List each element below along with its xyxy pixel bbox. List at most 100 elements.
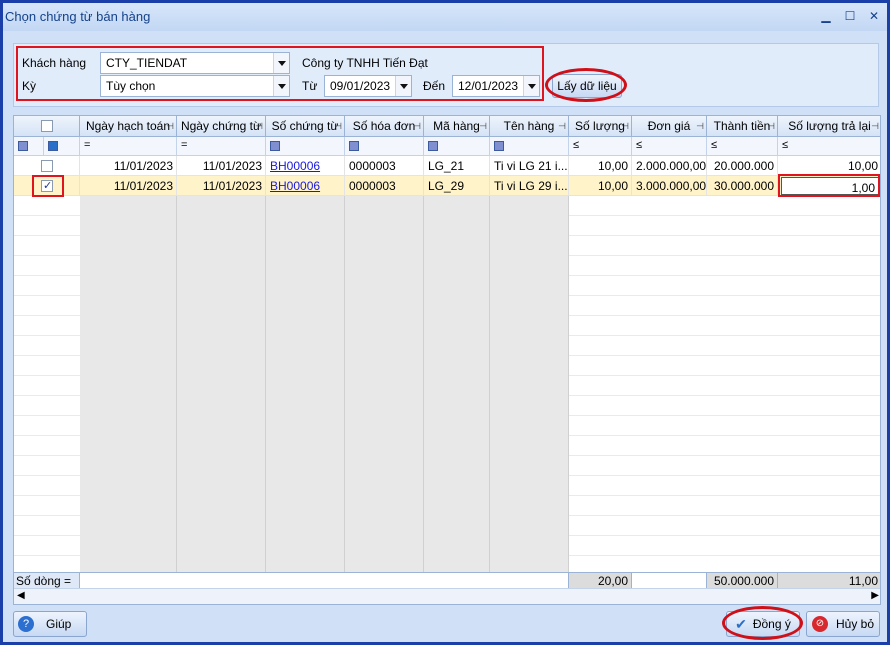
maximize-icon[interactable]: ☐ (843, 9, 857, 23)
filter-op[interactable]: ≤ (636, 139, 642, 151)
item-name-cell[interactable]: Ti vi LG 29 i... (490, 176, 569, 196)
to-date-value: 12/01/2023 (458, 79, 519, 93)
posting-date-cell[interactable]: 11/01/2023 (80, 156, 177, 176)
pin-icon[interactable]: ⊣ (479, 121, 487, 132)
filter-op[interactable]: = (84, 139, 90, 151)
col-amount[interactable]: Thành tiền ⊣ (707, 116, 778, 137)
chevron-down-icon[interactable] (273, 53, 289, 73)
filter-op[interactable]: ≤ (573, 139, 579, 151)
invoice-no-cell[interactable]: 0000003 (345, 156, 424, 176)
filter-op[interactable]: ≤ (782, 139, 788, 151)
minimize-icon[interactable]: ▁ (819, 9, 833, 23)
return-qty-cell[interactable]: 10,00 (778, 156, 880, 176)
voucher-grid[interactable]: Ngày hạch toán ⊣ Ngày chứng từ ⊣ Số chứng … (13, 115, 881, 605)
calendar-dropdown-icon[interactable] (395, 76, 411, 96)
pin-icon[interactable]: ⊣ (871, 121, 879, 132)
voucher-date-cell[interactable]: 11/01/2023 (177, 156, 266, 176)
close-icon[interactable]: ✕ (867, 9, 881, 23)
pin-icon[interactable]: ⊣ (767, 121, 775, 132)
scroll-right-icon[interactable]: ▶ (871, 590, 879, 601)
filter-cell[interactable]: ≤ (707, 137, 778, 156)
col-item-code[interactable]: Mã hàng ⊣ (424, 116, 490, 137)
qty-total: 20,00 (569, 573, 632, 589)
pin-icon[interactable]: ⊣ (413, 121, 421, 132)
quantity-cell[interactable]: 10,00 (569, 176, 632, 196)
filter-op-icon[interactable] (18, 141, 28, 151)
col-voucher-date[interactable]: Ngày chứng từ ⊣ (177, 116, 266, 137)
amount-cell[interactable]: 20.000.000 (707, 156, 778, 176)
pin-icon[interactable]: ⊣ (696, 121, 704, 132)
help-button[interactable]: ? Giúp (13, 611, 87, 637)
pin-icon[interactable]: ⊣ (621, 121, 629, 132)
pin-icon[interactable]: ⊣ (255, 121, 263, 132)
item-name-cell[interactable]: Ti vi LG 21 i... (490, 156, 569, 176)
col-quantity[interactable]: Số lượng ⊣ (569, 116, 632, 137)
select-all-checkbox[interactable] (41, 120, 53, 132)
cancel-button[interactable]: ⊘ Hủy bỏ (806, 611, 880, 637)
col-voucher-no[interactable]: Số chứng từ ⊣ (266, 116, 345, 137)
select-all-header[interactable] (14, 116, 80, 137)
item-code-cell[interactable]: LG_21 (424, 156, 490, 176)
posting-date-cell[interactable]: 11/01/2023 (80, 176, 177, 196)
filter-cell[interactable]: ≤ (569, 137, 632, 156)
voucher-no-cell[interactable]: BH00006 (266, 156, 345, 176)
col-item-name[interactable]: Tên hàng ⊣ (490, 116, 569, 137)
empty-row (14, 236, 880, 256)
footer-spacer (632, 573, 707, 589)
filter-cell[interactable] (14, 137, 44, 156)
scroll-left-icon[interactable]: ◀ (17, 590, 25, 601)
col-invoice-no[interactable]: Số hóa đơn ⊣ (345, 116, 424, 137)
col-posting-date[interactable]: Ngày hạch toán ⊣ (80, 116, 177, 137)
voucher-date-cell[interactable]: 11/01/2023 (177, 176, 266, 196)
filter-cell[interactable] (424, 137, 490, 156)
table-row[interactable]: 11/01/2023 11/01/2023 BH00006 0000003 LG… (14, 156, 880, 176)
item-code-cell[interactable]: LG_29 (424, 176, 490, 196)
voucher-link[interactable]: BH00006 (270, 159, 320, 173)
empty-cell (177, 396, 266, 416)
filter-op-icon[interactable] (349, 141, 359, 151)
filter-cell[interactable]: = (177, 137, 266, 156)
empty-cell (490, 416, 569, 436)
pin-icon[interactable]: ⊣ (334, 121, 342, 132)
filter-op-icon[interactable] (428, 141, 438, 151)
customer-combo[interactable]: CTY_TIENDAT (100, 52, 290, 74)
empty-row (14, 256, 880, 276)
empty-cell (177, 296, 266, 316)
filter-cell[interactable]: = (80, 137, 177, 156)
invoice-no-cell[interactable]: 0000003 (345, 176, 424, 196)
filter-cell[interactable] (266, 137, 345, 156)
unit-price-cell[interactable]: 3.000.000,00 (632, 176, 707, 196)
filter-op-icon[interactable] (494, 141, 504, 151)
quantity-cell[interactable]: 10,00 (569, 156, 632, 176)
filter-op-icon[interactable] (270, 141, 280, 151)
filter-cell[interactable] (490, 137, 569, 156)
period-value: Tùy chọn (106, 79, 156, 93)
row-select-cell[interactable] (14, 156, 80, 176)
filter-op[interactable]: ≤ (711, 139, 717, 151)
row-checkbox[interactable] (41, 160, 53, 172)
period-combo[interactable]: Tùy chọn (100, 75, 290, 97)
empty-cell (266, 456, 345, 476)
filter-cell[interactable] (44, 137, 80, 156)
voucher-link[interactable]: BH00006 (270, 179, 320, 193)
voucher-no-cell[interactable]: BH00006 (266, 176, 345, 196)
filter-cell[interactable]: ≤ (778, 137, 880, 156)
filter-op-icon[interactable] (48, 141, 58, 151)
filter-op[interactable]: = (181, 139, 187, 151)
unit-price-cell[interactable]: 2.000.000,00 (632, 156, 707, 176)
chevron-down-icon[interactable] (273, 76, 289, 96)
horizontal-scrollbar[interactable]: ◀ ▶ (14, 588, 880, 604)
table-row-selected[interactable]: 11/01/2023 11/01/2023 BH00006 0000003 LG… (14, 176, 880, 196)
filter-cell[interactable] (345, 137, 424, 156)
pin-icon[interactable]: ⊣ (558, 121, 566, 132)
col-unit-price[interactable]: Đơn giá ⊣ (632, 116, 707, 137)
empty-cell (177, 416, 266, 436)
amount-cell[interactable]: 30.000.000 (707, 176, 778, 196)
from-date-input[interactable]: 09/01/2023 (324, 75, 412, 97)
to-date-input[interactable]: 12/01/2023 (452, 75, 540, 97)
calendar-dropdown-icon[interactable] (523, 76, 539, 96)
col-return-qty[interactable]: Số lượng trả lại ⊣ (778, 116, 880, 137)
dialog-window: Chọn chứng từ bán hàng ▁ ☐ ✕ Khách hàng … (0, 0, 890, 645)
filter-cell[interactable]: ≤ (632, 137, 707, 156)
pin-icon[interactable]: ⊣ (166, 121, 174, 132)
